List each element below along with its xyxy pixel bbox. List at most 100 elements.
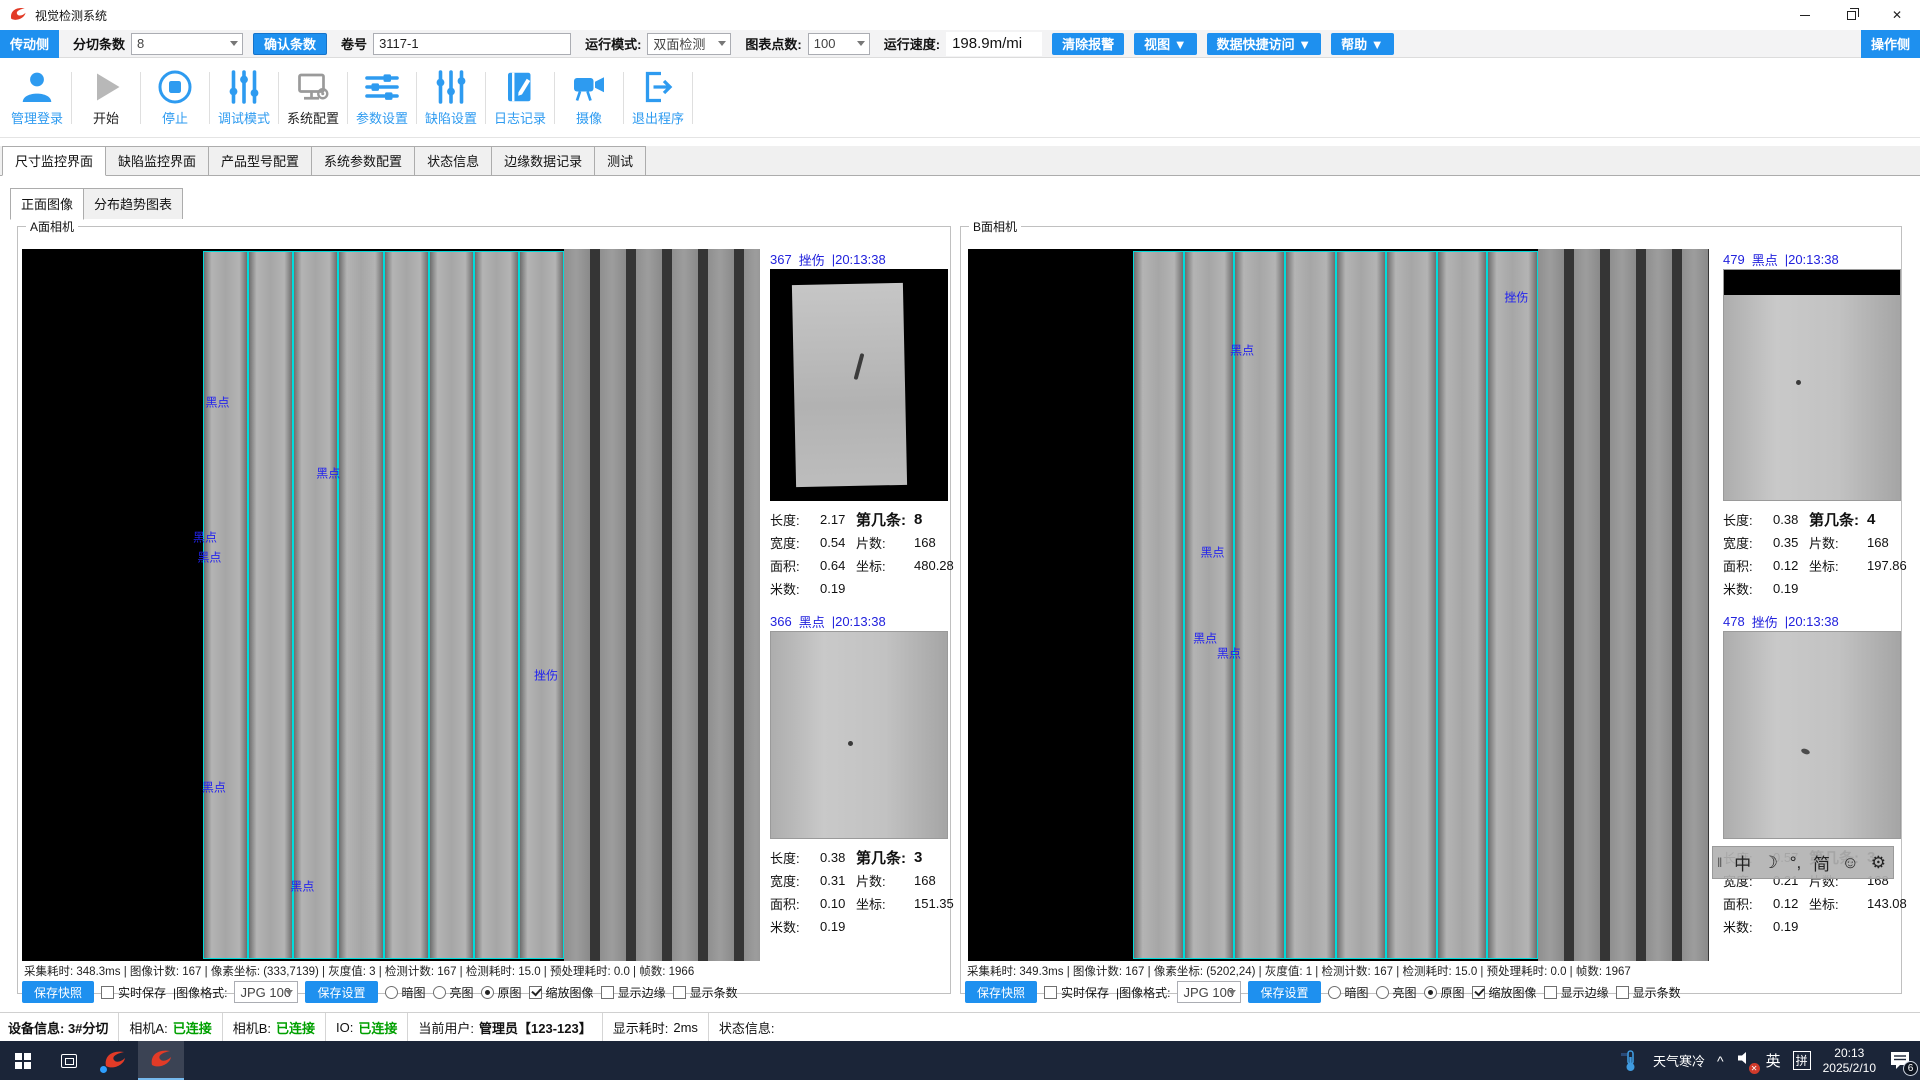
debug-sliders-icon	[226, 69, 262, 105]
save-settings-button[interactable]: 保存设置	[305, 981, 377, 1003]
minimize-icon	[1800, 15, 1810, 16]
help-menu-button[interactable]: 帮助 ▼	[1331, 33, 1393, 55]
camera-a-conn-label: 相机A:	[129, 1018, 167, 1037]
admin-login-button[interactable]: 管理登录	[4, 65, 70, 131]
tab-test[interactable]: 测试	[594, 146, 646, 175]
system-config-button[interactable]: 系统配置	[280, 65, 346, 131]
ime-indicator[interactable]: 拼	[1793, 1051, 1811, 1070]
defect-label: 挫伤	[534, 666, 558, 683]
ime-fullwidth-moon-icon[interactable]: ☽	[1763, 853, 1778, 873]
camera-a-defect-cards: 367 挫伤 |20:13:38 长度:2.17第几条:8 宽度:0.54片数:…	[770, 249, 948, 965]
zoom-image-checkbox[interactable]: 缩放图像	[529, 984, 594, 1001]
dark-image-radio[interactable]: 暗图	[385, 984, 426, 1001]
chart-points-select[interactable]: 100	[808, 33, 870, 55]
defect-type: 挫伤	[1752, 612, 1778, 631]
exit-program-button[interactable]: 退出程序	[625, 65, 691, 131]
ime-punctuation-button[interactable]: °,	[1790, 853, 1802, 873]
image-format-select[interactable]: JPG 100	[1177, 981, 1241, 1003]
windows-start-icon	[15, 1053, 31, 1069]
camera-b-strips	[1133, 251, 1538, 959]
realtime-save-checkbox[interactable]: 实时保存	[1044, 984, 1109, 1001]
confirm-count-button[interactable]: 确认条数	[253, 33, 327, 55]
tab-edge-data-record[interactable]: 边缘数据记录	[491, 146, 595, 175]
ime-drag-handle[interactable]: ‖	[1717, 855, 1722, 870]
task-view-button[interactable]	[46, 1041, 92, 1080]
checkbox-icon	[601, 986, 614, 999]
taskbar-clock[interactable]: 20:13 2025/2/10	[1823, 1046, 1876, 1076]
thermometer-icon[interactable]	[1619, 1049, 1641, 1073]
ime-settings-gear-icon[interactable]: ⚙	[1871, 853, 1886, 873]
maximize-button[interactable]	[1828, 0, 1874, 30]
dark-image-radio[interactable]: 暗图	[1328, 984, 1369, 1001]
taskbar-app-1[interactable]	[92, 1041, 138, 1080]
save-snapshot-button[interactable]: 保存快照	[965, 981, 1037, 1003]
taskbar-app-2-active[interactable]	[138, 1041, 184, 1080]
image-format-select[interactable]: JPG 100	[234, 981, 298, 1003]
tab-size-monitor[interactable]: 尺寸监控界面	[2, 146, 106, 176]
close-button[interactable]: ✕	[1874, 0, 1920, 30]
split-count-select[interactable]: 8	[131, 33, 243, 55]
app-logo-icon	[149, 1048, 173, 1072]
original-image-radio[interactable]: 原图	[481, 984, 522, 1001]
ime-chinese-mode-button[interactable]: 中	[1734, 850, 1751, 875]
realtime-save-checkbox[interactable]: 实时保存	[101, 984, 166, 1001]
defect-time: |20:13:38	[832, 252, 886, 267]
ime-emoji-button[interactable]: ☺	[1842, 853, 1859, 873]
ime-simplified-button[interactable]: 简	[1813, 850, 1830, 875]
chevron-down-icon	[1228, 990, 1236, 995]
start-button[interactable]	[0, 1041, 46, 1080]
show-strip-count-checkbox[interactable]: 显示条数	[673, 984, 738, 1001]
debug-mode-button[interactable]: 调试模式	[211, 65, 277, 131]
radio-icon	[481, 986, 494, 999]
start-button[interactable]: 开始	[73, 65, 139, 131]
chevron-down-icon	[857, 41, 865, 46]
tab-status-info[interactable]: 状态信息	[414, 146, 492, 175]
params-settings-button[interactable]: 参数设置	[349, 65, 415, 131]
stop-button[interactable]: 停止	[142, 65, 208, 131]
save-snapshot-button[interactable]: 保存快照	[22, 981, 94, 1003]
original-image-radio[interactable]: 原图	[1424, 984, 1465, 1001]
drive-side-button[interactable]: 传动侧	[0, 30, 59, 58]
video-camera-icon	[571, 69, 607, 105]
tab-defect-monitor[interactable]: 缺陷监控界面	[105, 146, 209, 175]
defect-card: 366 黑点 |20:13:38 长度:0.38第几条:3 宽度:0.31片数:…	[770, 611, 948, 938]
chevron-down-icon	[230, 41, 238, 46]
operator-side-button[interactable]: 操作侧	[1861, 30, 1920, 58]
subtab-front-image[interactable]: 正面图像	[10, 188, 84, 220]
action-center-button[interactable]: 6	[1888, 1048, 1914, 1074]
titlebar: 视觉检测系统 ✕	[0, 0, 1920, 30]
zoom-image-checkbox[interactable]: 缩放图像	[1472, 984, 1537, 1001]
volume-muted-button[interactable]: ✕	[1736, 1050, 1754, 1071]
tab-product-model-config[interactable]: 产品型号配置	[208, 146, 312, 175]
language-indicator[interactable]: 英	[1766, 1050, 1781, 1071]
defect-mark	[848, 741, 853, 746]
tray-expand-chevron[interactable]: ^	[1717, 1053, 1724, 1069]
chevron-down-icon	[285, 990, 293, 995]
show-strip-count-checkbox[interactable]: 显示条数	[1616, 984, 1681, 1001]
defect-card-header: 366 黑点 |20:13:38	[770, 611, 948, 631]
save-settings-button[interactable]: 保存设置	[1248, 981, 1320, 1003]
log-record-button[interactable]: 日志记录	[487, 65, 553, 131]
weather-text[interactable]: 天气寒冷	[1653, 1051, 1705, 1070]
checkbox-icon	[673, 986, 686, 999]
bright-image-radio[interactable]: 亮图	[433, 984, 474, 1001]
radio-icon	[1328, 986, 1341, 999]
view-menu-button[interactable]: 视图 ▼	[1134, 33, 1196, 55]
params-sliders-icon	[364, 69, 400, 105]
roll-number-input[interactable]: 3117-1	[373, 33, 571, 55]
run-mode-select[interactable]: 双面检测	[647, 33, 731, 55]
notification-dot	[100, 1066, 107, 1073]
defect-settings-button[interactable]: 缺陷设置	[418, 65, 484, 131]
clear-alarm-button[interactable]: 清除报警	[1052, 33, 1124, 55]
data-quick-access-menu-button[interactable]: 数据快捷访问 ▼	[1207, 33, 1321, 55]
minimize-button[interactable]	[1782, 0, 1828, 30]
bright-image-radio[interactable]: 亮图	[1376, 984, 1417, 1001]
windows-taskbar: 天气寒冷 ^ ✕ 英 拼 20:13 2025/2/10 6	[0, 1041, 1920, 1080]
subtab-trend-chart[interactable]: 分布趋势图表	[83, 188, 183, 219]
show-edge-checkbox[interactable]: 显示边缘	[601, 984, 666, 1001]
stop-icon	[157, 69, 193, 105]
capture-button[interactable]: 摄像	[556, 65, 622, 131]
main-tabstrip: 尺寸监控界面 缺陷监控界面 产品型号配置 系统参数配置 状态信息 边缘数据记录 …	[0, 146, 1920, 176]
show-edge-checkbox[interactable]: 显示边缘	[1544, 984, 1609, 1001]
tab-system-params-config[interactable]: 系统参数配置	[311, 146, 415, 175]
